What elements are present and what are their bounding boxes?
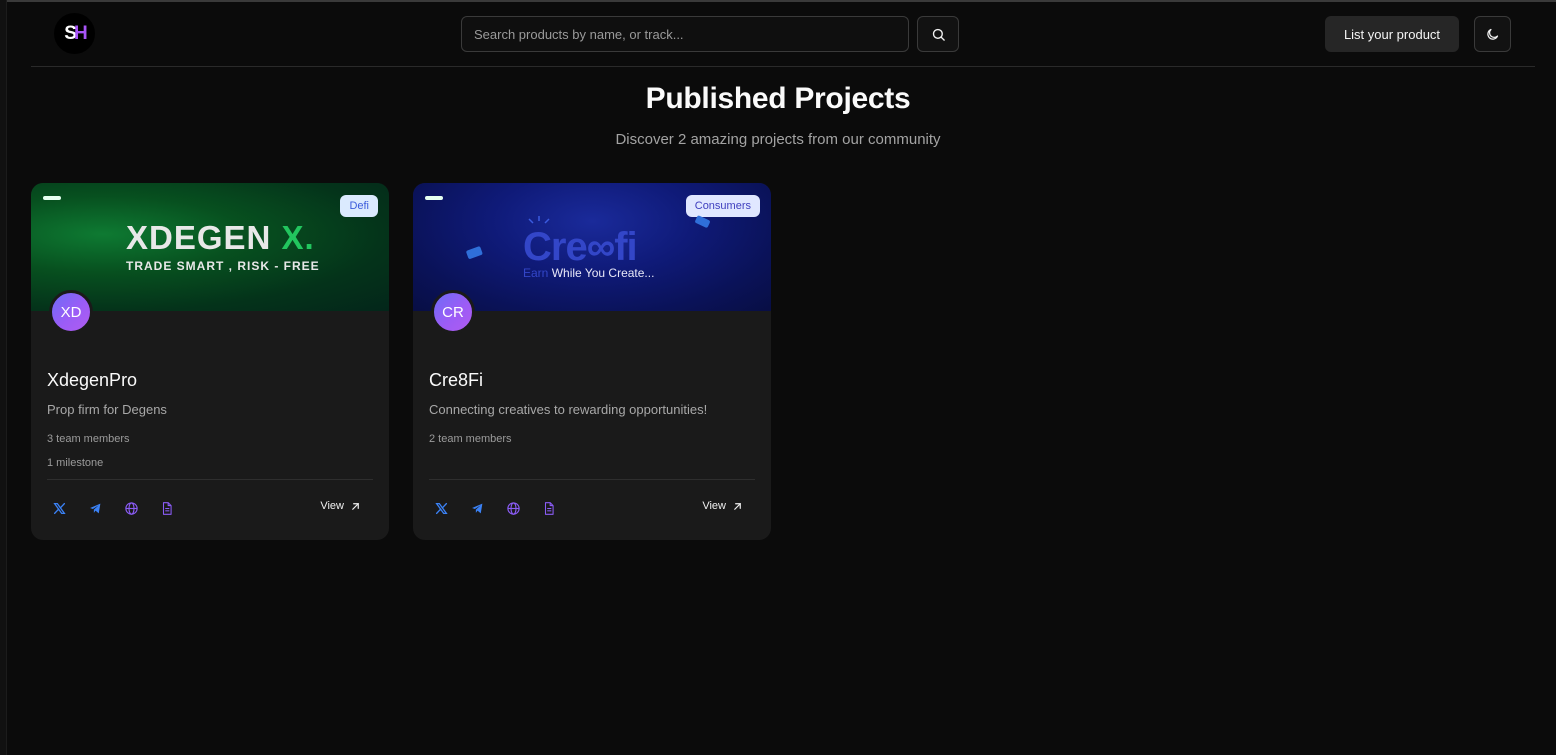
arrow-up-right-icon [734,502,741,510]
banner-tagline-accent: Earn [523,266,549,280]
project-name[interactable]: Cre8Fi [429,370,483,391]
banner-indicator [425,196,443,200]
social-links [47,496,179,520]
page-title: Published Projects [645,82,911,115]
x-twitter-icon [52,502,66,514]
card-divider [429,479,755,480]
view-label: View [702,500,726,512]
telegram-link[interactable] [83,496,107,520]
telegram-icon [89,503,100,513]
team-count: 2 team members [429,433,512,445]
social-links [429,496,561,520]
card-divider [47,479,373,480]
view-project-button[interactable]: View [702,500,743,512]
theme-toggle-button[interactable] [1474,16,1511,52]
banner-tagline: While You Create... [548,266,655,280]
logo-letter-s: S [64,22,77,44]
page-subtitle: Discover 2 amazing projects from our com… [615,131,941,148]
banner-logo: Cre∞fi Earn While You Create... [523,225,654,280]
ticket-icon [695,215,710,228]
team-count: 3 team members [47,433,130,445]
website-link[interactable] [501,496,525,520]
category-badge: Consumers [685,195,760,217]
project-description: Connecting creatives to rewarding opport… [429,402,708,417]
project-banner: Defi XDEGEN X. TRADE SMART , RISK - FREE [31,183,389,311]
view-project-button[interactable]: View [320,500,361,512]
banner-logo: XDEGEN X. TRADE SMART , RISK - FREE [126,219,320,273]
project-banner: Consumers Cre∞fi Earn While You Create..… [413,183,771,311]
category-badge: Defi [340,195,378,217]
ticket-icon [466,246,483,259]
view-label: View [320,500,344,512]
twitter-link[interactable] [47,496,71,520]
avatar: XD [49,290,93,334]
document-icon [162,501,172,515]
banner-title: Cre∞fi [523,225,638,269]
list-product-button[interactable]: List your product [1325,16,1459,52]
banner-tagline: TRADE SMART , RISK - FREE [126,259,320,273]
twitter-link[interactable] [429,496,453,520]
project-description: Prop firm for Degens [47,402,167,417]
document-icon [544,501,554,515]
telegram-link[interactable] [465,496,489,520]
avatar: CR [431,290,475,334]
docs-link[interactable] [155,496,179,520]
logo-letter-h: H [73,22,88,44]
docs-link[interactable] [537,496,561,520]
search-button[interactable] [917,16,959,52]
banner-title-accent: X. [281,219,315,256]
site-logo[interactable]: SH [54,13,95,54]
globe-icon [506,501,520,515]
search-icon [932,28,945,41]
project-card[interactable]: Defi XDEGEN X. TRADE SMART , RISK - FREE… [31,183,389,540]
search-box [461,16,909,52]
milestone-count: 1 milestone [47,457,104,469]
project-name[interactable]: XdegenPro [47,370,137,391]
banner-title: XDEGEN [126,219,272,256]
project-card[interactable]: Consumers Cre∞fi Earn While You Create..… [413,183,771,540]
website-link[interactable] [119,496,143,520]
x-twitter-icon [434,502,448,514]
globe-icon [124,501,138,515]
moon-icon [1487,28,1499,40]
banner-indicator [43,196,61,200]
search-input[interactable] [462,17,908,51]
arrow-up-right-icon [352,502,359,510]
telegram-icon [471,503,482,513]
top-nav: SH List your product [31,2,1535,67]
